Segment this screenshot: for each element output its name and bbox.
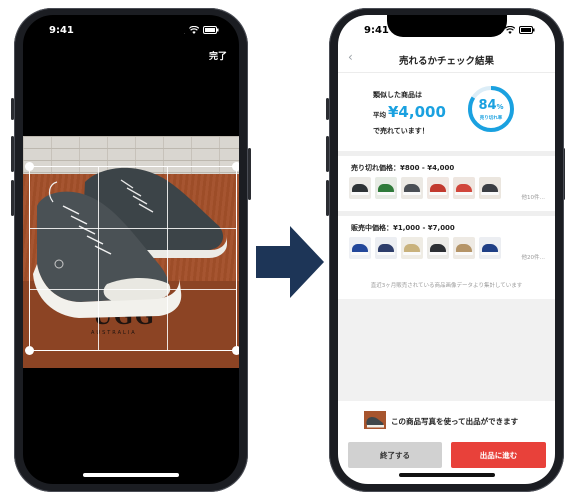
selling-item-thumbnail[interactable] bbox=[375, 237, 397, 259]
crop-handle-bottom-left[interactable] bbox=[25, 346, 34, 355]
phone-mockup-left: 9:41 完了 UGG AUSTRALIA bbox=[11, 8, 251, 492]
sneaker-sole bbox=[403, 192, 421, 195]
sellout-percent-value: 84 bbox=[478, 98, 497, 113]
right-arrow-icon bbox=[256, 226, 324, 298]
volume-down-button bbox=[326, 180, 329, 216]
listing-cta-text: この商品写真を使って出品ができます bbox=[391, 417, 519, 426]
photo-crop-screen: 9:41 完了 UGG AUSTRALIA bbox=[23, 15, 239, 484]
sneaker-sole bbox=[455, 252, 473, 255]
home-indicator[interactable] bbox=[398, 473, 495, 477]
selling-item-thumbnail[interactable] bbox=[401, 237, 423, 259]
selling-item-thumbnail[interactable] bbox=[349, 237, 371, 259]
volume-up-button bbox=[11, 136, 14, 172]
crop-guide-h1 bbox=[30, 228, 236, 229]
crop-handle-top-right[interactable] bbox=[232, 162, 239, 171]
sneaker-sole bbox=[377, 252, 395, 255]
wifi-icon bbox=[505, 26, 515, 34]
selling-item-thumbnail[interactable] bbox=[453, 237, 475, 259]
product-thumbnail bbox=[364, 411, 386, 429]
sold-item-thumbnail[interactable] bbox=[349, 177, 371, 199]
crop-guide-v2 bbox=[167, 167, 168, 350]
product-photo: UGG AUSTRALIA bbox=[23, 136, 239, 368]
sneaker-sole bbox=[351, 192, 369, 195]
sneaker-sole bbox=[429, 192, 447, 195]
proceed-to-listing-button[interactable]: 出品に進む bbox=[451, 442, 546, 468]
selling-items-thumbnails bbox=[349, 237, 501, 259]
volume-down-button bbox=[11, 180, 14, 216]
sneaker-sole bbox=[481, 252, 499, 255]
sneaker-sole bbox=[455, 192, 473, 195]
sold-item-thumbnail[interactable] bbox=[375, 177, 397, 199]
selling-item-thumbnail[interactable] bbox=[427, 237, 449, 259]
notch bbox=[71, 15, 191, 37]
sellout-rate-ring: 84% 売り切れ率 bbox=[467, 85, 515, 133]
crop-handle-top-left[interactable] bbox=[25, 162, 34, 171]
crop-handle-bottom-right[interactable] bbox=[232, 346, 239, 355]
phone-mockup-right: 9:41 ‹ 売れるかチェック結果 類似した商品は 平均 ¥4,000 で売れて… bbox=[326, 8, 565, 492]
section-divider bbox=[338, 151, 555, 156]
price-summary: 類似した商品は 平均 ¥4,000 で売れています！ 84% 売り切れ率 bbox=[338, 73, 555, 149]
done-button[interactable]: 完了 bbox=[209, 49, 227, 62]
status-time: 9:41 bbox=[364, 25, 389, 36]
volume-up-button bbox=[326, 136, 329, 172]
home-indicator[interactable] bbox=[83, 473, 179, 477]
sold-items-thumbnails bbox=[349, 177, 501, 199]
data-source-note: 直近3ヶ月販売されている商品画像データより集計しています bbox=[370, 283, 523, 289]
crop-guide-v1 bbox=[98, 167, 99, 350]
empty-area bbox=[338, 299, 555, 401]
summary-line-1: 類似した商品は bbox=[373, 91, 422, 99]
notch bbox=[386, 15, 507, 37]
sold-item-thumbnail[interactable] bbox=[453, 177, 475, 199]
wifi-icon bbox=[189, 26, 199, 34]
mute-switch bbox=[326, 98, 329, 120]
summary-line-3: で売れています！ bbox=[373, 127, 429, 135]
sold-item-thumbnail[interactable] bbox=[479, 177, 501, 199]
sellout-rate-label: 売り切れ率 bbox=[479, 116, 503, 121]
selling-more-link[interactable]: 他20件… bbox=[522, 253, 546, 261]
sneaker-sole bbox=[429, 252, 447, 255]
page-title: 売れるかチェック結果 bbox=[398, 56, 494, 67]
percent-symbol: % bbox=[496, 103, 504, 111]
average-label: 平均 bbox=[373, 111, 386, 119]
sneaker-sole bbox=[377, 192, 395, 195]
average-price: ¥4,000 bbox=[388, 103, 446, 121]
crop-guide-h2 bbox=[30, 289, 236, 290]
end-button[interactable]: 終了する bbox=[348, 442, 442, 468]
section-divider bbox=[338, 211, 555, 216]
sold-price-range: 売り切れ価格：¥800 - ¥4,000 bbox=[351, 164, 455, 172]
summary-price-line: 平均 ¥4,000 bbox=[373, 103, 446, 121]
listing-cta: この商品写真を使って出品ができます bbox=[338, 411, 555, 431]
crop-frame[interactable] bbox=[25, 162, 239, 355]
sellout-percent: 84% bbox=[467, 98, 515, 113]
power-button bbox=[248, 148, 251, 200]
sold-item-thumbnail[interactable] bbox=[401, 177, 423, 199]
battery-icon bbox=[203, 26, 219, 34]
battery-icon bbox=[519, 26, 535, 34]
selling-item-thumbnail[interactable] bbox=[479, 237, 501, 259]
sold-more-link[interactable]: 他10件… bbox=[522, 193, 546, 201]
sneaker-sole bbox=[403, 252, 421, 255]
sneaker-sole bbox=[351, 252, 369, 255]
sold-item-thumbnail[interactable] bbox=[427, 177, 449, 199]
sneaker-sole bbox=[481, 192, 499, 195]
selling-price-range: 販売中価格：¥1,000 - ¥7,000 bbox=[351, 224, 455, 232]
sell-check-result-screen: 9:41 ‹ 売れるかチェック結果 類似した商品は 平均 ¥4,000 で売れて… bbox=[338, 15, 555, 484]
mute-switch bbox=[11, 98, 14, 120]
status-time: 9:41 bbox=[49, 25, 74, 36]
